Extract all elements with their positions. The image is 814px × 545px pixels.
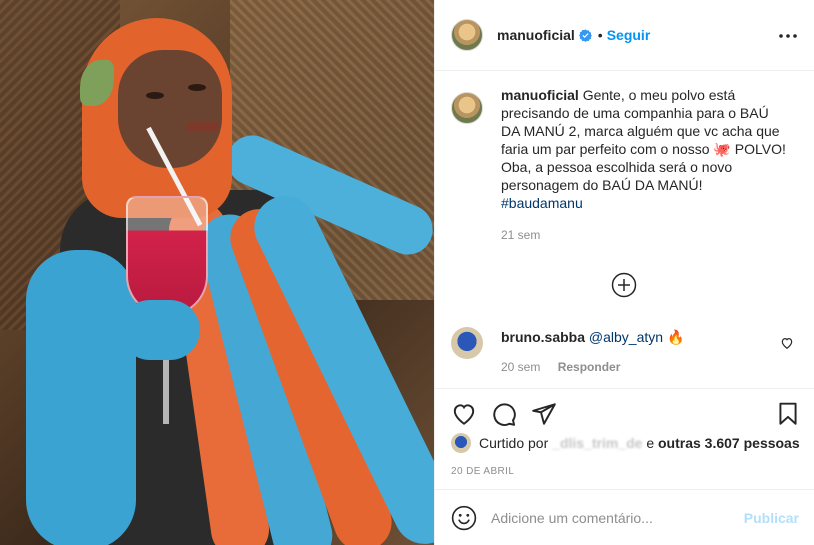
comment-meta: 20 sem Responder [501, 357, 684, 377]
more-options-icon[interactable] [776, 24, 800, 48]
post-side-panel: manuoficial • Seguir manuoficial Gente, … [434, 0, 814, 545]
verified-badge-icon [578, 28, 592, 42]
comment-line: bruno.sabba @alby_atyn 🔥 [501, 327, 684, 347]
photo-drink-glass [126, 196, 208, 316]
photo-eye [146, 92, 164, 99]
likes-connector: e [646, 435, 655, 451]
like-heart-icon[interactable] [451, 401, 477, 427]
add-comment-bar: Publicar [435, 489, 814, 545]
comment-input[interactable] [491, 509, 744, 526]
likes-prefix: Curtido por [479, 435, 549, 451]
author-avatar[interactable] [451, 19, 483, 51]
comment-mention[interactable]: @alby_atyn [589, 329, 663, 345]
caption-time[interactable]: 21 sem [501, 226, 787, 244]
comment-item: bruno.sabba @alby_atyn 🔥 20 sem Responde… [451, 327, 811, 377]
publish-button[interactable]: Publicar [744, 510, 799, 526]
photo-hand [120, 300, 200, 360]
photo-face [118, 50, 222, 168]
load-more-comments-icon[interactable] [611, 272, 637, 298]
caption-avatar[interactable] [451, 92, 483, 124]
reply-button[interactable]: Responder [558, 360, 621, 374]
ellipsis-icon [779, 34, 797, 38]
caption-text-block: manuoficial Gente, o meu polvo está prec… [501, 86, 787, 244]
liker-avatar[interactable] [451, 433, 471, 453]
post-caption: manuoficial Gente, o meu polvo está prec… [451, 86, 811, 244]
comment-like-heart-icon[interactable] [780, 336, 794, 350]
likes-count-link[interactable]: outras 3.607 pessoas [658, 435, 800, 451]
photo-arm [26, 250, 136, 545]
instagram-post: manuoficial • Seguir manuoficial Gente, … [0, 0, 814, 545]
author-username[interactable]: manuoficial [497, 27, 575, 43]
commenter-avatar[interactable] [451, 327, 483, 359]
comment-time[interactable]: 20 sem [501, 360, 540, 374]
header-separator: • [597, 27, 603, 43]
post-date[interactable]: 20 DE ABRIL [451, 466, 514, 477]
comment-bubble-icon[interactable] [491, 401, 517, 427]
caption-hashtag[interactable]: #baudamanu [501, 194, 787, 212]
likes-summary: Curtido por _dlis_trim_de e outras 3.607… [451, 433, 800, 453]
caption-username[interactable]: manuoficial [501, 87, 579, 103]
photo-eye [188, 84, 206, 91]
comment-body: bruno.sabba @alby_atyn 🔥 20 sem Responde… [501, 327, 684, 377]
share-send-icon[interactable] [531, 401, 557, 427]
follow-button[interactable]: Seguir [607, 27, 651, 43]
commenter-username[interactable]: bruno.sabba [501, 329, 585, 345]
emoji-picker-icon[interactable] [451, 505, 477, 531]
liker-username[interactable]: _dlis_trim_de [552, 435, 642, 451]
post-photo[interactable] [0, 0, 434, 545]
comment-emoji: 🔥 [666, 329, 685, 345]
save-bookmark-icon[interactable] [775, 401, 801, 427]
post-header: manuoficial • Seguir [435, 0, 814, 71]
photo-mouth [186, 122, 220, 132]
